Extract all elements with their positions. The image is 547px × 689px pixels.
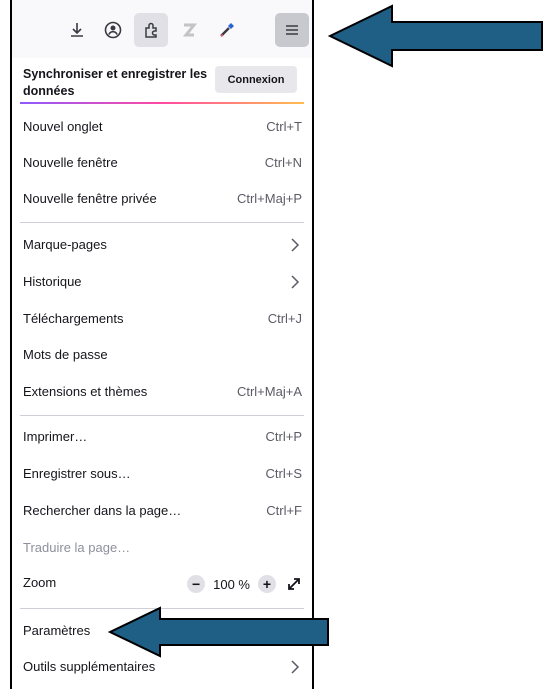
menu-item-private-window[interactable]: Nouvelle fenêtre privée Ctrl+Maj+P [12, 182, 312, 218]
menu-item-history[interactable]: Historique [12, 265, 312, 301]
shortcut: Ctrl+N [264, 155, 302, 170]
shortcut: Ctrl+P [265, 429, 302, 444]
menu-item-label: Outils supplémentaires [23, 659, 156, 674]
menu-item-label: Nouvel onglet [23, 119, 103, 134]
sync-label: Synchroniser et enregistrer les données [23, 67, 208, 98]
toolbar [12, 0, 312, 58]
shortcut: Ctrl+J [267, 311, 302, 326]
menu-item-passwords[interactable]: Mots de passe [12, 338, 312, 374]
menu-item-translate: Traduire la page… [12, 531, 312, 567]
chevron-right-icon [291, 275, 300, 289]
shortcut: Ctrl+T [266, 119, 302, 134]
menu-item-label: Historique [23, 274, 82, 289]
menu-item-label: Nouvelle fenêtre [23, 155, 118, 170]
separator [20, 222, 304, 223]
annotation-arrow-top [328, 4, 543, 68]
annotation-arrow-settings [108, 606, 329, 658]
zoom-level[interactable]: 100 % [213, 577, 250, 592]
menu-item-addons[interactable]: Extensions et thèmes Ctrl+Maj+A [12, 375, 312, 411]
menu-item-bookmarks[interactable]: Marque-pages [12, 228, 312, 264]
zoom-out-button[interactable]: − [187, 575, 206, 593]
menu-item-save-as[interactable]: Enregistrer sous… Ctrl+S [12, 457, 312, 493]
separator [20, 415, 304, 416]
menu-item-label: Zoom [23, 575, 57, 590]
menu-item-zoom: Zoom − 100 % + [12, 566, 312, 602]
shortcut: Ctrl+F [266, 503, 302, 518]
menu-item-find[interactable]: Rechercher dans la page… Ctrl+F [12, 494, 312, 530]
zoom-in-button[interactable]: + [258, 575, 276, 593]
menu-item-label: Mots de passe [23, 347, 108, 362]
menu-item-print[interactable]: Imprimer… Ctrl+P [12, 420, 312, 456]
gradient-divider [20, 102, 304, 104]
hamburger-menu-icon[interactable] [275, 13, 309, 47]
menu-item-label: Traduire la page… [23, 540, 131, 555]
chevron-right-icon [291, 660, 300, 674]
menu-item-label: Paramètres [23, 623, 91, 638]
fullscreen-icon[interactable] [284, 574, 304, 594]
menu-item-label: Extensions et thèmes [23, 384, 148, 399]
sync-section: Synchroniser et enregistrer les données … [12, 58, 312, 102]
shortcut: Ctrl+S [265, 466, 302, 481]
connexion-button[interactable]: Connexion [215, 66, 297, 93]
chevron-right-icon [291, 238, 300, 252]
download-icon[interactable] [60, 13, 94, 47]
menu-item-new-window[interactable]: Nouvelle fenêtre Ctrl+N [12, 146, 312, 182]
menu-item-downloads[interactable]: Téléchargements Ctrl+J [12, 302, 312, 338]
menu-item-label: Téléchargements [23, 311, 124, 326]
menu-item-label: Marque-pages [23, 237, 107, 252]
menu-item-label: Enregistrer sous… [23, 466, 131, 481]
shortcut: Ctrl+Maj+P [236, 191, 302, 206]
menu-item-label: Rechercher dans la page… [23, 503, 182, 518]
eyedropper-icon[interactable] [210, 13, 244, 47]
menu-item-new-tab[interactable]: Nouvel onglet Ctrl+T [12, 110, 312, 146]
extensions-icon[interactable] [134, 13, 168, 47]
menu-item-label: Imprimer… [23, 429, 88, 444]
zoom-controls: − 100 % + [187, 572, 304, 596]
zotero-icon[interactable] [172, 13, 206, 47]
app-menu-panel: Synchroniser et enregistrer les données … [10, 0, 314, 689]
account-icon[interactable] [96, 13, 130, 47]
menu-item-label: Nouvelle fenêtre privée [23, 191, 157, 206]
shortcut: Ctrl+Maj+A [236, 384, 302, 399]
